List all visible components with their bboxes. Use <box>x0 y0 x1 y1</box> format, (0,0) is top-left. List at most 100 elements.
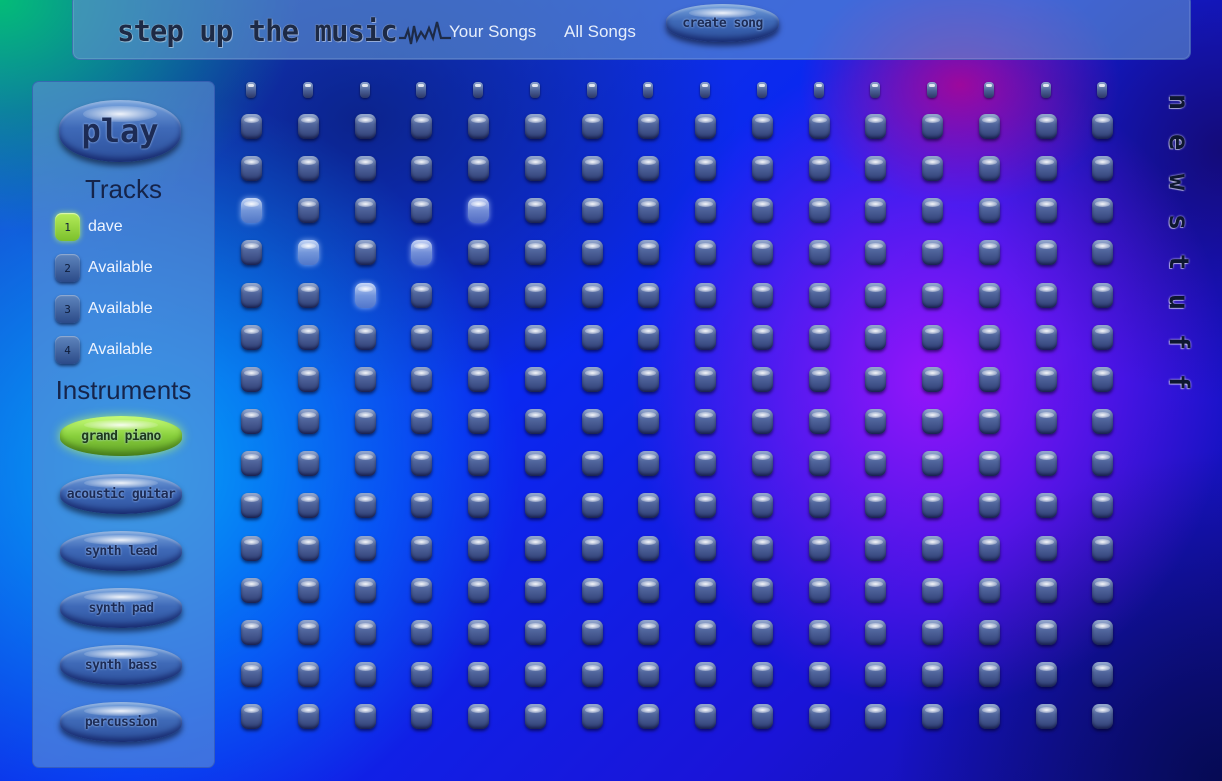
sequencer-cell[interactable] <box>695 198 716 223</box>
sequencer-cell[interactable] <box>922 662 943 687</box>
sequencer-cell[interactable] <box>922 620 943 645</box>
sequencer-cell[interactable] <box>752 198 773 223</box>
sequencer-cell[interactable] <box>752 325 773 350</box>
sequencer-cell[interactable] <box>525 662 546 687</box>
sequencer-cell[interactable] <box>865 240 886 265</box>
sequencer-cell[interactable] <box>582 283 603 308</box>
sequencer-cell[interactable] <box>922 325 943 350</box>
app-logo[interactable]: step up the music <box>117 13 451 49</box>
track-item-4[interactable]: 4 Available <box>55 336 153 364</box>
sequencer-cell[interactable] <box>922 493 943 518</box>
sequencer-cell[interactable] <box>638 536 659 561</box>
sequencer-cell[interactable] <box>582 240 603 265</box>
sequencer-cell[interactable] <box>865 283 886 308</box>
sequencer-cell[interactable] <box>922 240 943 265</box>
sequencer-cell[interactable] <box>298 493 319 518</box>
sequencer-cell[interactable] <box>1092 451 1113 476</box>
sequencer-cell[interactable] <box>411 578 432 603</box>
sequencer-cell[interactable] <box>979 367 1000 392</box>
sequencer-cell[interactable] <box>468 578 489 603</box>
sequencer-cell[interactable] <box>241 662 262 687</box>
sequencer-cell[interactable] <box>525 620 546 645</box>
sequencer-cell[interactable] <box>809 620 830 645</box>
sequencer-cell[interactable] <box>355 409 376 434</box>
sequencer-cell[interactable] <box>468 283 489 308</box>
sequencer-cell[interactable] <box>241 451 262 476</box>
instrument-button-synth-pad[interactable]: synth pad <box>60 588 182 628</box>
sequencer-cell[interactable] <box>1092 662 1113 687</box>
sequencer-cell[interactable] <box>1092 198 1113 223</box>
sequencer-cell[interactable] <box>922 156 943 181</box>
sequencer-cell[interactable] <box>809 367 830 392</box>
sequencer-cell[interactable] <box>525 493 546 518</box>
sequencer-cell[interactable] <box>298 156 319 181</box>
sequencer-cell[interactable] <box>809 325 830 350</box>
sequencer-cell[interactable] <box>1036 283 1057 308</box>
sequencer-cell[interactable] <box>979 325 1000 350</box>
sequencer-cell[interactable] <box>525 704 546 729</box>
sequencer-cell[interactable] <box>979 240 1000 265</box>
sequencer-cell[interactable] <box>922 114 943 139</box>
sequencer-cell[interactable] <box>752 283 773 308</box>
sequencer-cell[interactable] <box>752 662 773 687</box>
sequencer-cell[interactable] <box>865 198 886 223</box>
sequencer-cell[interactable] <box>582 409 603 434</box>
sequencer-cell[interactable] <box>298 367 319 392</box>
sequencer-cell[interactable] <box>1092 156 1113 181</box>
sequencer-cell[interactable] <box>695 240 716 265</box>
sequencer-cell[interactable] <box>638 451 659 476</box>
sequencer-cell[interactable] <box>809 198 830 223</box>
sequencer-cell[interactable] <box>922 283 943 308</box>
sequencer-cell[interactable] <box>298 704 319 729</box>
sequencer-cell[interactable] <box>241 367 262 392</box>
sequencer-cell[interactable] <box>525 114 546 139</box>
sequencer-cell[interactable] <box>582 367 603 392</box>
sequencer-cell[interactable] <box>695 493 716 518</box>
sequencer-cell[interactable] <box>1036 578 1057 603</box>
sequencer-cell[interactable] <box>525 156 546 181</box>
sequencer-cell[interactable] <box>355 451 376 476</box>
sequencer-cell[interactable] <box>298 240 319 265</box>
sequencer-cell[interactable] <box>582 620 603 645</box>
sequencer-cell[interactable] <box>355 240 376 265</box>
sequencer-cell[interactable] <box>809 156 830 181</box>
sequencer-cell[interactable] <box>752 451 773 476</box>
sequencer-cell[interactable] <box>525 240 546 265</box>
sequencer-cell[interactable] <box>1092 283 1113 308</box>
sequencer-cell[interactable] <box>922 409 943 434</box>
sequencer-cell[interactable] <box>809 536 830 561</box>
sequencer-cell[interactable] <box>411 240 432 265</box>
sequencer-cell[interactable] <box>241 283 262 308</box>
sequencer-cell[interactable] <box>241 325 262 350</box>
sequencer-cell[interactable] <box>298 578 319 603</box>
sequencer-cell[interactable] <box>411 662 432 687</box>
sequencer-cell[interactable] <box>752 367 773 392</box>
sequencer-cell[interactable] <box>638 704 659 729</box>
sequencer-cell[interactable] <box>298 620 319 645</box>
sequencer-cell[interactable] <box>468 451 489 476</box>
sequencer-cell[interactable] <box>922 451 943 476</box>
sequencer-cell[interactable] <box>865 451 886 476</box>
sequencer-cell[interactable] <box>355 367 376 392</box>
sequencer-cell[interactable] <box>922 367 943 392</box>
sequencer-cell[interactable] <box>1092 240 1113 265</box>
sequencer-cell[interactable] <box>979 114 1000 139</box>
sequencer-cell[interactable] <box>638 578 659 603</box>
sequencer-cell[interactable] <box>355 536 376 561</box>
sequencer-cell[interactable] <box>355 325 376 350</box>
sequencer-cell[interactable] <box>1036 409 1057 434</box>
sequencer-cell[interactable] <box>1092 325 1113 350</box>
sequencer-cell[interactable] <box>1036 662 1057 687</box>
sequencer-cell[interactable] <box>979 451 1000 476</box>
sequencer-cell[interactable] <box>809 240 830 265</box>
sequencer-cell[interactable] <box>809 493 830 518</box>
sequencer-cell[interactable] <box>695 409 716 434</box>
sequencer-cell[interactable] <box>525 367 546 392</box>
sequencer-cell[interactable] <box>922 198 943 223</box>
sequencer-cell[interactable] <box>638 198 659 223</box>
instrument-button-acoustic-guitar[interactable]: acoustic guitar <box>60 474 182 514</box>
sequencer-cell[interactable] <box>809 451 830 476</box>
sequencer-cell[interactable] <box>638 156 659 181</box>
sequencer-cell[interactable] <box>1036 325 1057 350</box>
sequencer-cell[interactable] <box>865 325 886 350</box>
